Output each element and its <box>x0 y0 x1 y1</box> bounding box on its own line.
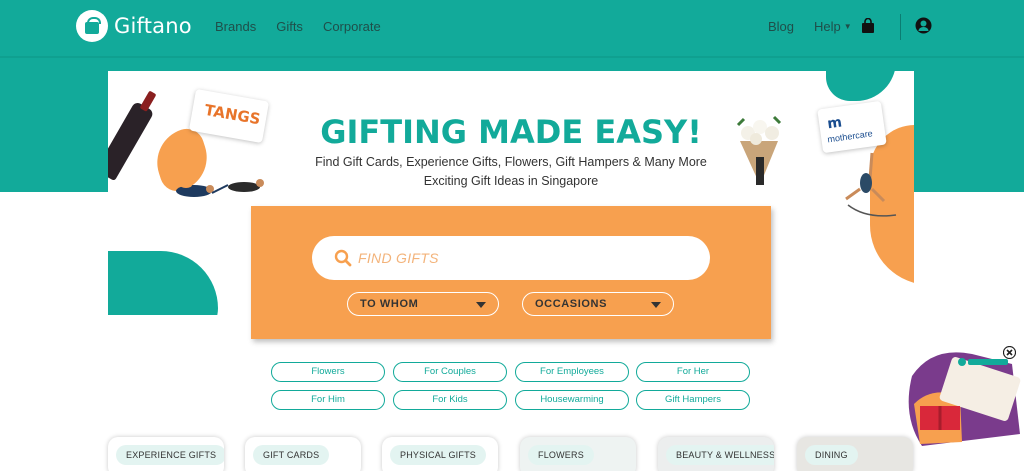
main-nav: Brands Gifts Corporate <box>215 19 381 34</box>
skydivers-image <box>176 179 264 197</box>
chip-gift-hampers[interactable]: Gift Hampers <box>636 390 750 410</box>
search-placeholder: FIND GIFTS <box>358 250 439 266</box>
decor-blob-teal-right <box>826 71 896 101</box>
nav-gifts[interactable]: Gifts <box>276 19 303 34</box>
category-experience-gifts[interactable]: EXPERIENCE GIFTS <box>108 437 224 471</box>
chip-for-employees[interactable]: For Employees <box>515 362 629 382</box>
decor-blob-teal <box>108 251 218 315</box>
to-whom-label: TO WHOM <box>360 298 419 310</box>
nav-brands[interactable]: Brands <box>215 19 256 34</box>
chip-housewarming[interactable]: Housewarming <box>515 390 629 410</box>
chip-for-kids[interactable]: For Kids <box>393 390 507 410</box>
to-whom-dropdown[interactable]: TO WHOM <box>347 292 499 316</box>
brand-name: Giftano <box>114 14 192 38</box>
category-label: BEAUTY & WELLNESS <box>666 445 774 465</box>
hero-subtitle: Find Gift Cards, Experience Gifts, Flowe… <box>308 153 714 191</box>
bag-icon[interactable] <box>861 18 875 34</box>
chip-for-her[interactable]: For Her <box>636 362 750 382</box>
chip-for-him[interactable]: For Him <box>271 390 385 410</box>
nav-corporate[interactable]: Corporate <box>323 19 381 34</box>
nav-divider <box>900 14 901 40</box>
user-icon[interactable] <box>915 17 932 34</box>
chip-flowers[interactable]: Flowers <box>271 362 385 382</box>
category-label: EXPERIENCE GIFTS <box>116 445 224 465</box>
nav-help[interactable]: Help ▼ <box>814 19 852 34</box>
category-gift-cards[interactable]: GIFT CARDS <box>245 437 361 471</box>
bungee-jumper-image <box>845 152 897 217</box>
search-icon <box>334 249 352 267</box>
giftano-card-promo-widget[interactable] <box>902 346 1024 446</box>
nav-blog[interactable]: Blog <box>768 19 794 34</box>
top-navbar: Giftano Brands Gifts Corporate Blog Help… <box>0 0 1024 56</box>
gift-logo-icon <box>76 10 108 42</box>
category-beauty-wellness[interactable]: BEAUTY & WELLNESS <box>658 437 774 471</box>
giftano-logo[interactable]: Giftano <box>76 10 192 42</box>
category-label: PHYSICAL GIFTS <box>390 445 486 465</box>
category-label: FLOWERS <box>528 445 594 465</box>
occasions-label: OCCASIONS <box>535 298 608 310</box>
caret-down-icon: ▼ <box>843 22 852 31</box>
category-label: DINING <box>805 445 858 465</box>
chip-for-couples[interactable]: For Couples <box>393 362 507 382</box>
category-dining[interactable]: DINING <box>797 437 913 471</box>
category-label: GIFT CARDS <box>253 445 330 465</box>
close-icon[interactable] <box>1003 346 1016 359</box>
chevron-down-icon <box>476 302 486 308</box>
search-input[interactable]: FIND GIFTS <box>312 236 710 280</box>
occasions-dropdown[interactable]: OCCASIONS <box>522 292 674 316</box>
chevron-down-icon <box>651 302 661 308</box>
secondary-nav: Blog Help ▼ <box>768 19 852 34</box>
category-physical-gifts[interactable]: PHYSICAL GIFTS <box>382 437 498 471</box>
hero-title: GIFTING MADE EASY! <box>320 113 702 151</box>
hero-subtitle-line-1: Find Gift Cards, Experience Gifts, Flowe… <box>315 155 707 169</box>
search-panel: FIND GIFTS TO WHOM OCCASIONS <box>251 206 771 339</box>
category-flowers[interactable]: FLOWERS <box>520 437 636 471</box>
nav-help-label: Help <box>814 19 841 34</box>
hero-subtitle-line-2: Exciting Gift Ideas in Singapore <box>423 174 599 188</box>
